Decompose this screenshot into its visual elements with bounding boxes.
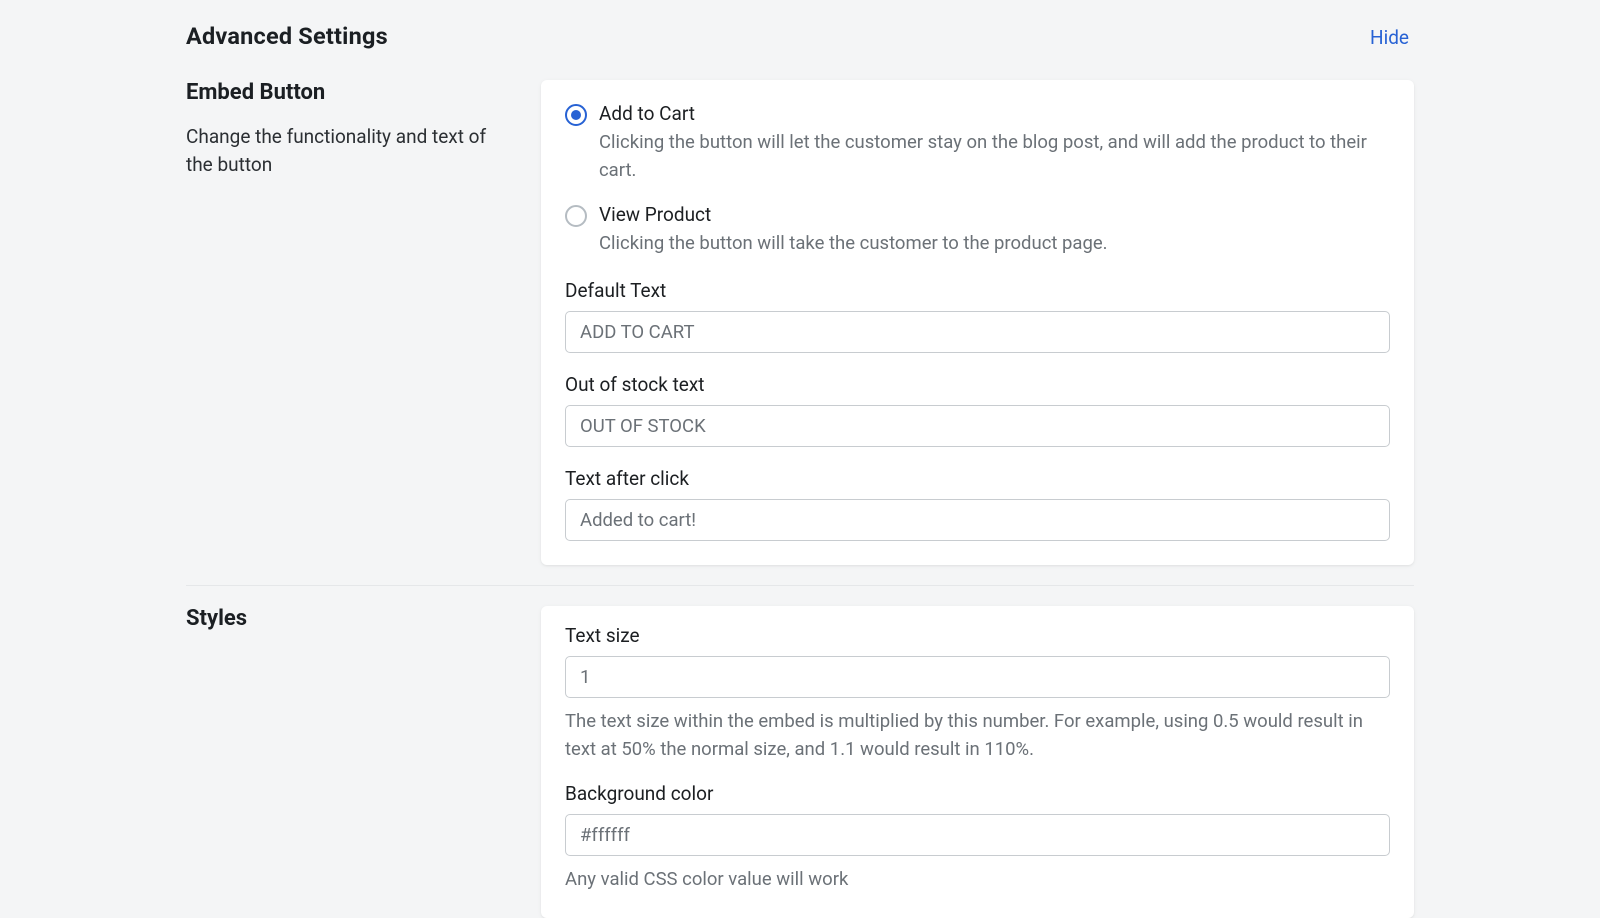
radio-view-product-label: View Product bbox=[599, 203, 1390, 226]
text-after-click-input[interactable] bbox=[565, 499, 1390, 541]
background-color-input[interactable] bbox=[565, 814, 1390, 856]
embed-button-description: Change the functionality and text of the… bbox=[186, 123, 517, 178]
radio-selected-icon bbox=[565, 104, 587, 126]
background-color-label: Background color bbox=[565, 782, 1390, 805]
hide-toggle-link[interactable]: Hide bbox=[1370, 26, 1414, 49]
page-title: Advanced Settings bbox=[186, 22, 388, 50]
text-size-help: The text size within the embed is multip… bbox=[565, 708, 1390, 764]
styles-card: Text size The text size within the embed… bbox=[541, 606, 1414, 917]
out-of-stock-label: Out of stock text bbox=[565, 373, 1390, 396]
default-text-label: Default Text bbox=[565, 279, 1390, 302]
text-size-label: Text size bbox=[565, 624, 1390, 647]
radio-add-to-cart-description: Clicking the button will let the custome… bbox=[599, 129, 1390, 185]
styles-heading: Styles bbox=[186, 606, 517, 631]
out-of-stock-input[interactable] bbox=[565, 405, 1390, 447]
radio-add-to-cart-label: Add to Cart bbox=[599, 102, 1390, 125]
background-color-help: Any valid CSS color value will work bbox=[565, 866, 1390, 894]
radio-view-product-description: Clicking the button will take the custom… bbox=[599, 230, 1390, 258]
embed-button-card: Add to Cart Clicking the button will let… bbox=[541, 80, 1414, 565]
text-after-click-label: Text after click bbox=[565, 467, 1390, 490]
embed-button-heading: Embed Button bbox=[186, 80, 517, 105]
radio-view-product[interactable]: View Product Clicking the button will ta… bbox=[565, 203, 1390, 258]
radio-unselected-icon bbox=[565, 205, 587, 227]
text-size-input[interactable] bbox=[565, 656, 1390, 698]
default-text-input[interactable] bbox=[565, 311, 1390, 353]
radio-add-to-cart[interactable]: Add to Cart Clicking the button will let… bbox=[565, 102, 1390, 185]
section-divider bbox=[186, 585, 1414, 586]
